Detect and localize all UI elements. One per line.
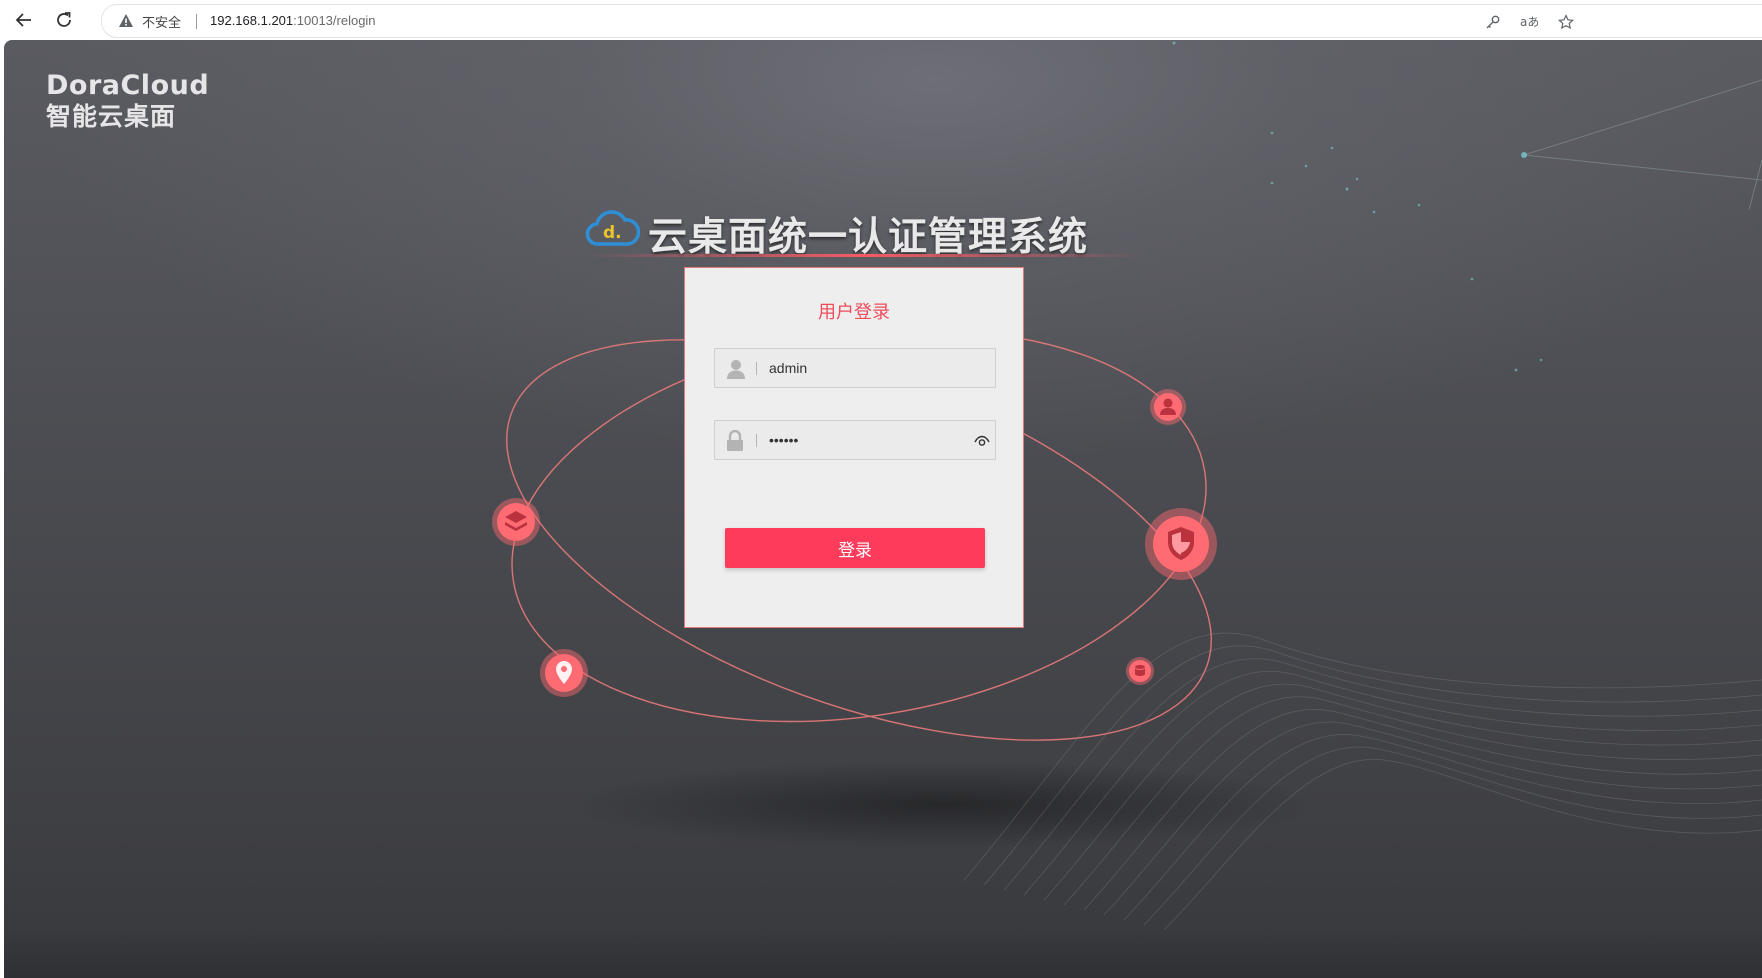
- database-node: [1126, 657, 1154, 685]
- login-button[interactable]: 登录: [725, 528, 985, 568]
- person-node: [1150, 389, 1186, 425]
- shield-node: [1145, 508, 1217, 580]
- lock-icon: [727, 430, 743, 451]
- brand-name: DoraCloud: [46, 70, 210, 101]
- reload-icon: [57, 12, 71, 27]
- cloud-logo-icon: d.: [585, 210, 640, 246]
- location-node: [540, 649, 588, 697]
- url-path: :10013/relogin: [293, 13, 376, 28]
- brand-block: DoraCloud 智能云桌面: [46, 70, 209, 132]
- title-underline: [584, 254, 1144, 257]
- login-card: 用户登录 登录: [684, 267, 1024, 628]
- user-icon: [727, 360, 745, 379]
- address-separator: [196, 14, 197, 29]
- database-icon: [1135, 665, 1145, 676]
- url-host: 192.168.1.201: [210, 13, 294, 28]
- back-arrow-icon: [15, 13, 31, 27]
- username-field[interactable]: [714, 348, 996, 388]
- logo-letter: d.: [603, 223, 622, 243]
- star-icon[interactable]: [1558, 14, 1574, 30]
- brand-subtitle: 智能云桌面: [46, 102, 177, 131]
- eye-icon[interactable]: [974, 434, 990, 448]
- url-text[interactable]: 192.168.1.201:10013/relogin: [210, 13, 376, 28]
- security-status[interactable]: 不安全: [142, 12, 181, 31]
- password-input[interactable]: [765, 421, 973, 459]
- password-field[interactable]: [714, 420, 996, 460]
- svg-text:aあ: aあ: [1520, 15, 1538, 29]
- login-page: DoraCloud 智能云桌面 d. 云桌面统一认证管理系统 用户登录 admi…: [4, 40, 1762, 978]
- browser-toolbar: 不安全 192.168.1.201:10013/relogin aあ: [0, 0, 1762, 40]
- field-separator: [756, 434, 757, 447]
- warning-icon: [119, 14, 133, 27]
- layers-node: [492, 498, 540, 546]
- field-separator: [756, 362, 757, 375]
- address-bar[interactable]: 不安全 192.168.1.201:10013/relogin aあ: [101, 4, 1762, 38]
- login-title: 用户登录: [818, 302, 890, 323]
- reload-button[interactable]: [49, 5, 79, 35]
- translate-icon[interactable]: aあ: [1520, 14, 1538, 30]
- username-input[interactable]: [765, 349, 973, 387]
- key-icon[interactable]: [1485, 14, 1501, 30]
- back-button[interactable]: [9, 5, 39, 35]
